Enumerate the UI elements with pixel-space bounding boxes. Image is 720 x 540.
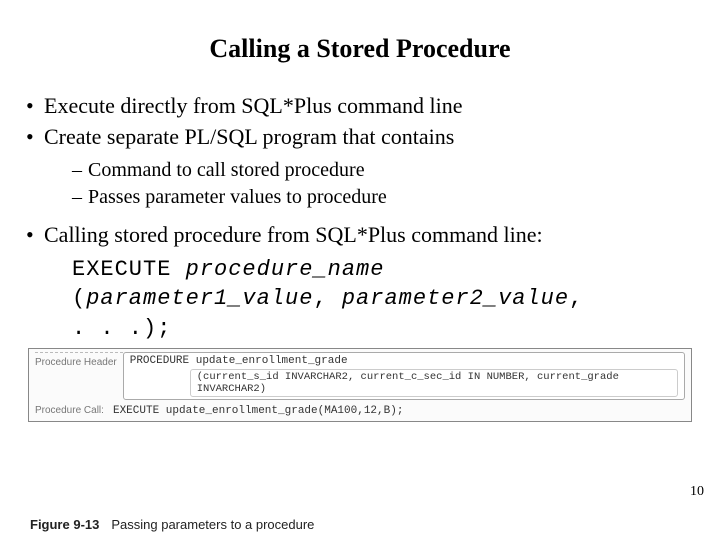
figure-call-stmt: EXECUTE update_enrollment_grade(MA100,12…	[113, 405, 403, 417]
figure-caption-text: Passing parameters to a procedure	[111, 517, 314, 532]
code-punct: ,	[569, 286, 583, 311]
figure-call-label: Procedure Call:	[35, 405, 104, 416]
figure-caption-num: Figure 9-13	[30, 517, 99, 532]
sub-bullet-item: Passes parameter values to procedure	[72, 184, 694, 211]
slide-title: Calling a Stored Procedure	[26, 34, 694, 64]
bullet-item: Create separate PL/SQL program that cont…	[26, 123, 694, 212]
bullet-item: Calling stored procedure from SQL*Plus c…	[26, 221, 694, 342]
bullet-text: Calling stored procedure from SQL*Plus c…	[44, 222, 543, 247]
figure-proc-decl: PROCEDURE update_enrollment_grade	[130, 355, 678, 367]
code-ident: parameter2_value	[342, 286, 569, 311]
slide: Calling a Stored Procedure Execute direc…	[0, 0, 720, 540]
figure-header-label: Procedure Header	[35, 352, 123, 400]
bullet-list: Execute directly from SQL*Plus command l…	[26, 92, 694, 342]
figure-proc-sig: (current_s_id INVARCHAR2, current_c_sec_…	[190, 369, 678, 397]
sub-bullet-list: Command to call stored procedure Passes …	[44, 157, 694, 211]
figure-proc-box: PROCEDURE update_enrollment_grade (curre…	[123, 352, 685, 400]
figure-box: Procedure Header PROCEDURE update_enroll…	[28, 348, 692, 422]
sub-bullet-item: Command to call stored procedure	[72, 157, 694, 184]
code-ident: parameter1_value	[86, 286, 313, 311]
code-punct: . . .);	[72, 316, 171, 341]
bullet-text: Create separate PL/SQL program that cont…	[44, 124, 454, 149]
code-ident: procedure_name	[186, 257, 385, 282]
page-number: 10	[690, 484, 704, 500]
bullet-item: Execute directly from SQL*Plus command l…	[26, 92, 694, 121]
code-punct: ,	[313, 286, 341, 311]
code-punct: (	[72, 286, 86, 311]
figure-caption: Figure 9-13 Passing parameters to a proce…	[30, 517, 314, 532]
code-example: EXECUTE procedure_name (parameter1_value…	[72, 254, 694, 343]
code-keyword: EXECUTE	[72, 257, 186, 282]
